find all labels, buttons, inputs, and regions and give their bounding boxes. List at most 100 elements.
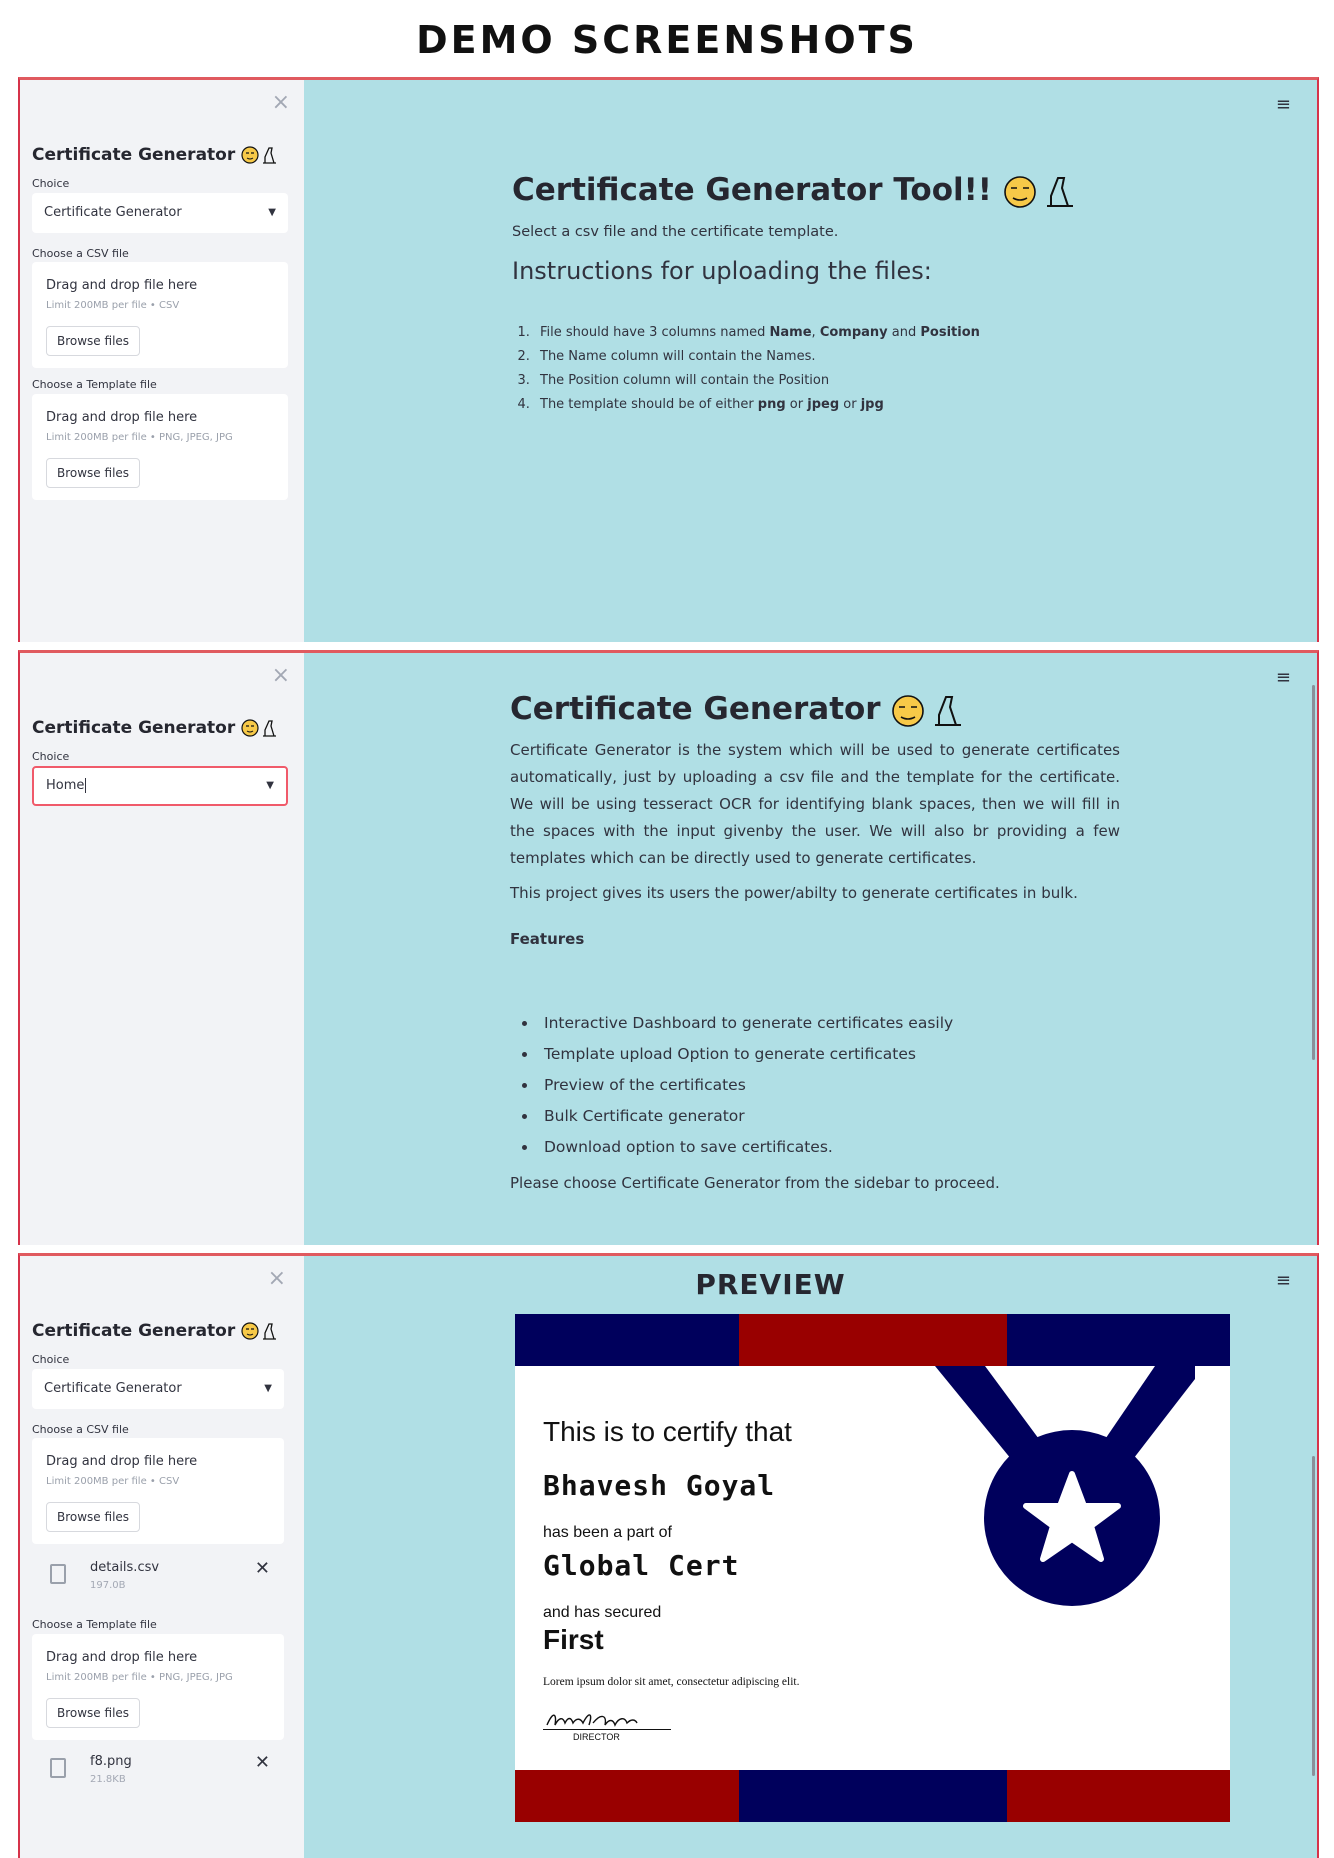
secured-line: and has secured (543, 1604, 662, 1621)
list-item: File should have 3 columns named Name, C… (534, 321, 980, 345)
position-value: First (543, 1624, 604, 1655)
li-bold: png (757, 397, 786, 412)
sidebar: × Certificate Generator Choice Certifica… (20, 1256, 304, 1858)
main-title: Certificate Generator Tool!! (512, 172, 1077, 210)
list-item: The template should be of either png or … (534, 393, 980, 417)
part-of-line: has been a part of (543, 1524, 672, 1541)
hamburger-menu-icon[interactable]: ≡ (1276, 1270, 1291, 1291)
file-size: 197.0B (90, 1580, 126, 1591)
sidebar-title-text: Certificate Generator (32, 718, 236, 738)
bottom-band-navy (739, 1770, 1007, 1822)
remove-file-icon[interactable]: ✕ (255, 1752, 270, 1773)
choice-select-value: Certificate Generator (44, 205, 182, 220)
csv-uploader[interactable]: Drag and drop file here Limit 200MB per … (32, 262, 288, 368)
screenshot-2: × Certificate Generator Choice Home ▼ ≡ … (18, 650, 1319, 1245)
uploaded-file-csv: details.csv 197.0B ✕ (32, 1552, 288, 1602)
li-text: or (785, 397, 808, 412)
browse-files-button[interactable]: Browse files (46, 326, 141, 356)
drag-drop-text: Drag and drop file here (46, 410, 198, 425)
sidebar-title: Certificate Generator (32, 718, 279, 738)
top-band-crimson (739, 1314, 1007, 1366)
template-uploader[interactable]: Drag and drop file here Limit 200MB per … (32, 394, 288, 500)
list-item: Preview of the certificates (538, 1070, 953, 1101)
list-item: The Position column will contain the Pos… (534, 369, 980, 393)
main-title-text: Certificate Generator Tool!! (512, 172, 992, 208)
template-limit-text: Limit 200MB per file • PNG, JPEG, JPG (46, 1672, 233, 1683)
emoji-icons (241, 146, 277, 164)
list-item: Download option to save certificates. (538, 1132, 953, 1163)
signature-icon (546, 1714, 638, 1727)
sidebar-title: Certificate Generator (32, 1321, 279, 1341)
signature-role: DIRECTOR (573, 1732, 620, 1742)
li-bold: Position (920, 325, 980, 340)
drag-drop-text: Drag and drop file here (46, 1650, 198, 1665)
sidebar-title: Certificate Generator (32, 145, 279, 165)
page-title: DEMO SCREENSHOTS (416, 18, 918, 62)
browse-files-button[interactable]: Browse files (46, 458, 141, 488)
remove-file-icon[interactable]: ✕ (255, 1558, 270, 1579)
bottom-band-crimson-left (515, 1770, 739, 1822)
choice-label: Choice (32, 1353, 70, 1366)
main-content: ≡ Certificate Generator Tool!! Select a … (304, 80, 1317, 642)
chevron-down-icon: ▼ (264, 1383, 272, 1394)
csv-label: Choose a CSV file (32, 247, 129, 260)
csv-uploader[interactable]: Drag and drop file here Limit 200MB per … (32, 1438, 284, 1544)
template-label: Choose a Template file (32, 1618, 157, 1631)
main-title-text: Certificate Generator (510, 691, 881, 727)
proceed-paragraph: Please choose Certificate Generator from… (510, 1174, 1000, 1192)
file-size: 21.8KB (90, 1774, 126, 1785)
sidebar-title-text: Certificate Generator (32, 145, 236, 165)
li-text: File should have 3 columns named (540, 325, 770, 340)
instructions-heading: Instructions for uploading the files: (512, 257, 932, 285)
emoji-icons (241, 719, 277, 737)
bottom-band-crimson-right (1007, 1770, 1230, 1822)
drag-drop-text: Drag and drop file here (46, 278, 198, 293)
li-bold: Company (819, 325, 888, 340)
main-content: ≡ Certificate Generator Certificate Gene… (304, 653, 1317, 1245)
li-text: , (811, 325, 820, 340)
choice-label: Choice (32, 750, 70, 763)
close-sidebar-icon[interactable]: × (272, 663, 290, 688)
sidebar: × Certificate Generator Choice Certifica… (20, 80, 304, 642)
file-name: f8.png (90, 1754, 132, 1769)
choice-select[interactable]: Certificate Generator ▼ (32, 1369, 284, 1409)
choice-select[interactable]: Certificate Generator ▼ (32, 193, 288, 233)
sidebar: × Certificate Generator Choice Home ▼ (20, 653, 304, 1245)
company-name: Global Cert (543, 1549, 740, 1582)
text-cursor (85, 778, 87, 793)
chevron-down-icon: ▼ (268, 207, 276, 218)
close-sidebar-icon[interactable]: × (268, 1266, 286, 1291)
browse-files-button[interactable]: Browse files (46, 1502, 141, 1532)
top-band-navy-left (515, 1314, 739, 1366)
certify-line: This is to certify that (543, 1416, 792, 1447)
file-name: details.csv (90, 1560, 160, 1575)
template-uploader[interactable]: Drag and drop file here Limit 200MB per … (32, 1634, 284, 1740)
hamburger-menu-icon[interactable]: ≡ (1276, 94, 1291, 115)
scrollbar[interactable] (1312, 1456, 1315, 1776)
hamburger-menu-icon[interactable]: ≡ (1276, 667, 1291, 688)
emoji-icons (892, 694, 962, 727)
lorem-text: Lorem ipsum dolor sit amet, consectetur … (543, 1676, 800, 1688)
file-icon (50, 1564, 66, 1584)
li-text: The template should be of either (540, 397, 758, 412)
close-sidebar-icon[interactable]: × (272, 90, 290, 115)
drag-drop-text: Drag and drop file here (46, 1454, 198, 1469)
browse-files-button[interactable]: Browse files (46, 1698, 141, 1728)
csv-label: Choose a CSV file (32, 1423, 129, 1436)
emoji-icons (1003, 175, 1073, 208)
file-icon (50, 1758, 66, 1778)
description-paragraph: Certificate Generator is the system whic… (510, 741, 1120, 867)
main-title: Certificate Generator (510, 691, 965, 729)
li-bold: jpg (860, 397, 884, 412)
csv-limit-text: Limit 200MB per file • CSV (46, 1476, 180, 1487)
template-label: Choose a Template file (32, 378, 157, 391)
instructions-list: File should have 3 columns named Name, C… (512, 321, 980, 417)
sidebar-title-text: Certificate Generator (32, 1321, 236, 1341)
recipient-name: Bhavesh Goyal (543, 1469, 776, 1502)
top-band-navy-right (1007, 1314, 1230, 1366)
list-item: Template upload Option to generate certi… (538, 1039, 953, 1070)
choice-select-value: Home (46, 778, 85, 793)
choice-select[interactable]: Home ▼ (32, 766, 288, 806)
scrollbar[interactable] (1312, 685, 1315, 1060)
choice-select-value: Certificate Generator (44, 1381, 182, 1396)
